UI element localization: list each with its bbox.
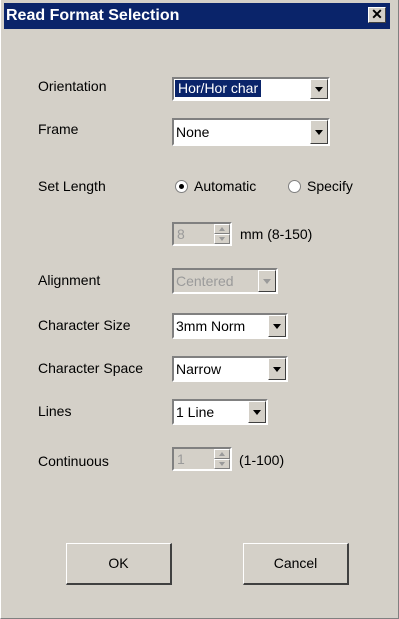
set-length-label: Set Length	[38, 178, 106, 194]
chevron-down-icon	[253, 410, 261, 415]
orientation-select[interactable]: Hor/Hor char	[172, 77, 330, 101]
frame-select[interactable]: None	[172, 118, 330, 146]
specify-radio[interactable]	[288, 180, 301, 193]
automatic-radio-label[interactable]: Automatic	[194, 178, 256, 194]
character-space-select[interactable]: Narrow	[172, 356, 288, 382]
arrow-down-icon	[219, 462, 225, 466]
orientation-label: Orientation	[38, 78, 107, 94]
continuous-label: Continuous	[38, 453, 109, 469]
close-button[interactable]: ✕	[368, 7, 386, 23]
character-size-value: 3mm Norm	[176, 318, 246, 334]
length-spin-buttons	[214, 224, 230, 244]
chevron-down-icon	[273, 324, 281, 329]
lines-dropdown-button[interactable]	[248, 401, 266, 423]
close-icon: ✕	[371, 6, 383, 22]
ok-button[interactable]: OK	[66, 543, 172, 585]
character-space-dropdown-button[interactable]	[268, 358, 286, 380]
lines-select[interactable]: 1 Line	[172, 399, 268, 425]
length-spinner[interactable]: 8	[172, 222, 232, 246]
alignment-select[interactable]: Centered	[172, 268, 278, 294]
character-space-value: Narrow	[176, 361, 222, 377]
orientation-value: Hor/Hor char	[175, 80, 262, 97]
continuous-spinner[interactable]: 1	[172, 447, 232, 471]
chevron-down-icon	[315, 130, 323, 135]
cancel-button[interactable]: Cancel	[243, 543, 349, 585]
continuous-increment-button[interactable]	[214, 449, 230, 459]
character-size-dropdown-button[interactable]	[268, 315, 286, 337]
automatic-radio[interactable]	[175, 180, 188, 193]
character-size-select[interactable]: 3mm Norm	[172, 313, 288, 339]
alignment-label: Alignment	[38, 272, 101, 288]
arrow-up-icon	[219, 452, 225, 456]
alignment-dropdown-button[interactable]	[258, 270, 276, 292]
title-bar: Read Format Selection ✕	[4, 3, 390, 29]
frame-dropdown-button[interactable]	[310, 120, 328, 144]
arrow-down-icon	[219, 237, 225, 241]
radio-selected-indicator	[179, 184, 184, 189]
length-range-label: mm (8-150)	[240, 226, 313, 242]
character-size-label: Character Size	[38, 317, 131, 333]
length-decrement-button[interactable]	[214, 234, 230, 244]
continuous-range-label: (1-100)	[239, 452, 285, 468]
window-title: Read Format Selection	[6, 7, 180, 24]
length-value: 8	[177, 226, 185, 242]
lines-value: 1 Line	[176, 404, 215, 420]
continuous-spin-buttons	[214, 449, 230, 469]
chevron-down-icon	[315, 87, 323, 92]
length-increment-button[interactable]	[214, 224, 230, 234]
dialog-window: Read Format Selection ✕ Orientation Hor/…	[0, 0, 399, 619]
orientation-dropdown-button[interactable]	[310, 79, 328, 99]
frame-value: None	[176, 124, 210, 140]
chevron-down-icon	[273, 367, 281, 372]
lines-label: Lines	[38, 403, 72, 419]
continuous-decrement-button[interactable]	[214, 459, 230, 469]
continuous-value: 1	[177, 451, 185, 467]
specify-radio-label[interactable]: Specify	[307, 178, 353, 194]
alignment-value: Centered	[176, 273, 234, 289]
frame-label: Frame	[38, 121, 79, 137]
chevron-down-icon	[263, 279, 271, 284]
arrow-up-icon	[219, 227, 225, 231]
character-space-label: Character Space	[38, 360, 144, 376]
